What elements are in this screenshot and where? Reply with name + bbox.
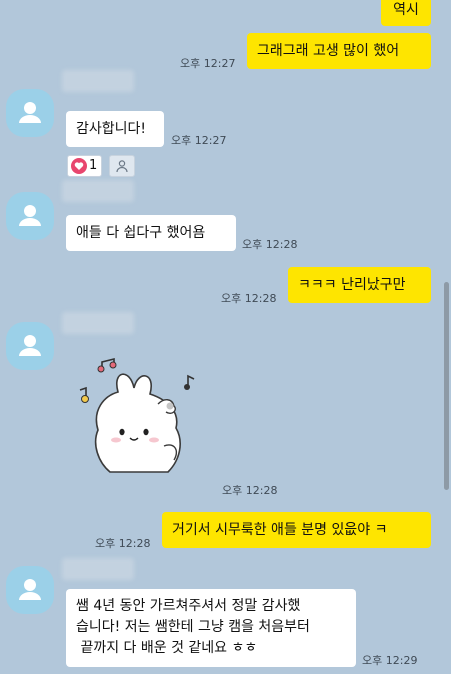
message-text: 감사합니다! [76, 121, 147, 137]
my-message-bubble[interactable]: 역시 [381, 0, 431, 26]
their-message-bubble[interactable]: 감사합니다! [66, 111, 164, 147]
my-message-bubble[interactable]: 그래그래 고생 많이 했어 [247, 33, 431, 69]
their-message-bubble[interactable]: 쌤 4년 동안 가르쳐주셔서 정말 감사했 습니다! 저는 쌤한테 그냥 캠을 … [66, 589, 356, 667]
message-text: 애들 다 쉽다구 했어욤 [76, 225, 206, 241]
sender-name-blurred [62, 558, 134, 580]
profile-avatar[interactable] [6, 566, 54, 614]
message-time: 오후 12:28 [221, 292, 277, 305]
bunny-sticker[interactable] [76, 350, 216, 494]
message-time: 오후 12:28 [222, 484, 278, 497]
sender-name-blurred [62, 70, 134, 92]
bunny-music-sticker-icon [79, 357, 195, 473]
person-outline-icon [116, 160, 128, 173]
message-time: 오후 12:27 [180, 57, 236, 70]
person-icon [19, 579, 41, 600]
their-message-bubble[interactable]: 애들 다 쉽다구 했어욤 [66, 215, 236, 251]
person-icon [19, 102, 41, 123]
message-text: 역시 [393, 2, 419, 18]
my-message-bubble[interactable]: 거기서 시무룩한 애들 분명 있읎야 ㅋ [162, 512, 431, 548]
chat-scrollbar[interactable] [444, 282, 449, 490]
reaction-badge[interactable]: 1 [67, 155, 103, 177]
profile-avatar[interactable] [6, 192, 54, 240]
profile-avatar[interactable] [6, 322, 54, 370]
person-icon [19, 335, 41, 356]
message-text-line: 습니다! 저는 쌤한테 그냥 캠을 처음부터 [76, 619, 310, 635]
message-text: ㅋㅋㅋ 난리났구만 [298, 277, 406, 293]
my-message-bubble[interactable]: ㅋㅋㅋ 난리났구만 [288, 267, 431, 303]
sender-name-blurred [62, 180, 134, 202]
person-icon [19, 205, 41, 226]
message-time: 오후 12:28 [95, 537, 151, 550]
sender-name-blurred [62, 312, 134, 334]
message-text: 거기서 시무룩한 애들 분명 있읎야 ㅋ [172, 522, 388, 538]
message-text: 그래그래 고생 많이 했어 [257, 43, 400, 59]
message-time: 오후 12:29 [362, 654, 418, 667]
message-text-line: 쌤 4년 동안 가르쳐주셔서 정말 감사했 [76, 598, 301, 614]
profile-avatar[interactable] [6, 89, 54, 137]
message-time: 오후 12:28 [242, 238, 298, 251]
message-time: 오후 12:27 [171, 134, 227, 147]
heart-icon [71, 158, 87, 174]
reaction-count: 1 [89, 158, 98, 173]
add-reaction-button[interactable] [109, 155, 135, 177]
message-text-line: 끝까지 다 배운 것 같네요 ㅎㅎ [76, 640, 258, 656]
